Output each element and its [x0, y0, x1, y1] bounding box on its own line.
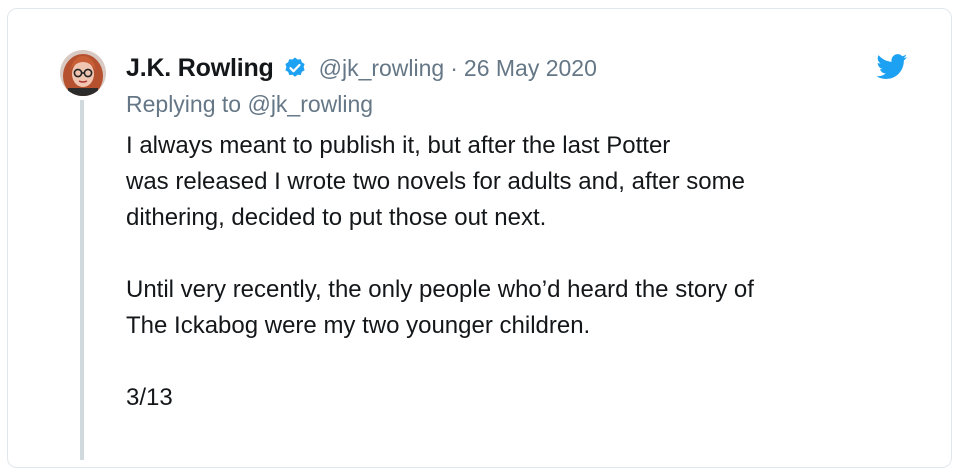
avatar-photo [60, 50, 106, 96]
tweet-paragraph: I always meant to publish it, but after … [126, 132, 745, 231]
tweet-date[interactable]: 26 May 2020 [464, 55, 597, 82]
tweet-thread-counter: 3/13 [126, 384, 173, 411]
tweet-body: I always meant to publish it, but after … [126, 128, 906, 416]
replying-to-line: Replying to @jk_rowling [126, 91, 373, 118]
tweet-paragraph: Until very recently, the only people who… [126, 276, 754, 339]
author-handle[interactable]: @jk_rowling [319, 55, 445, 82]
replying-mention-link[interactable]: @jk_rowling [247, 91, 373, 117]
twitter-bird-icon[interactable] [876, 54, 908, 80]
verified-badge-icon [283, 56, 307, 80]
thread-connector-line [80, 100, 84, 460]
tweet-header: J.K. Rowling @jk_rowling · 26 May 2020 [126, 52, 597, 84]
avatar[interactable] [60, 50, 106, 96]
header-separator: · [450, 54, 458, 81]
author-name[interactable]: J.K. Rowling [126, 54, 274, 83]
replying-prefix: Replying to [126, 91, 242, 117]
